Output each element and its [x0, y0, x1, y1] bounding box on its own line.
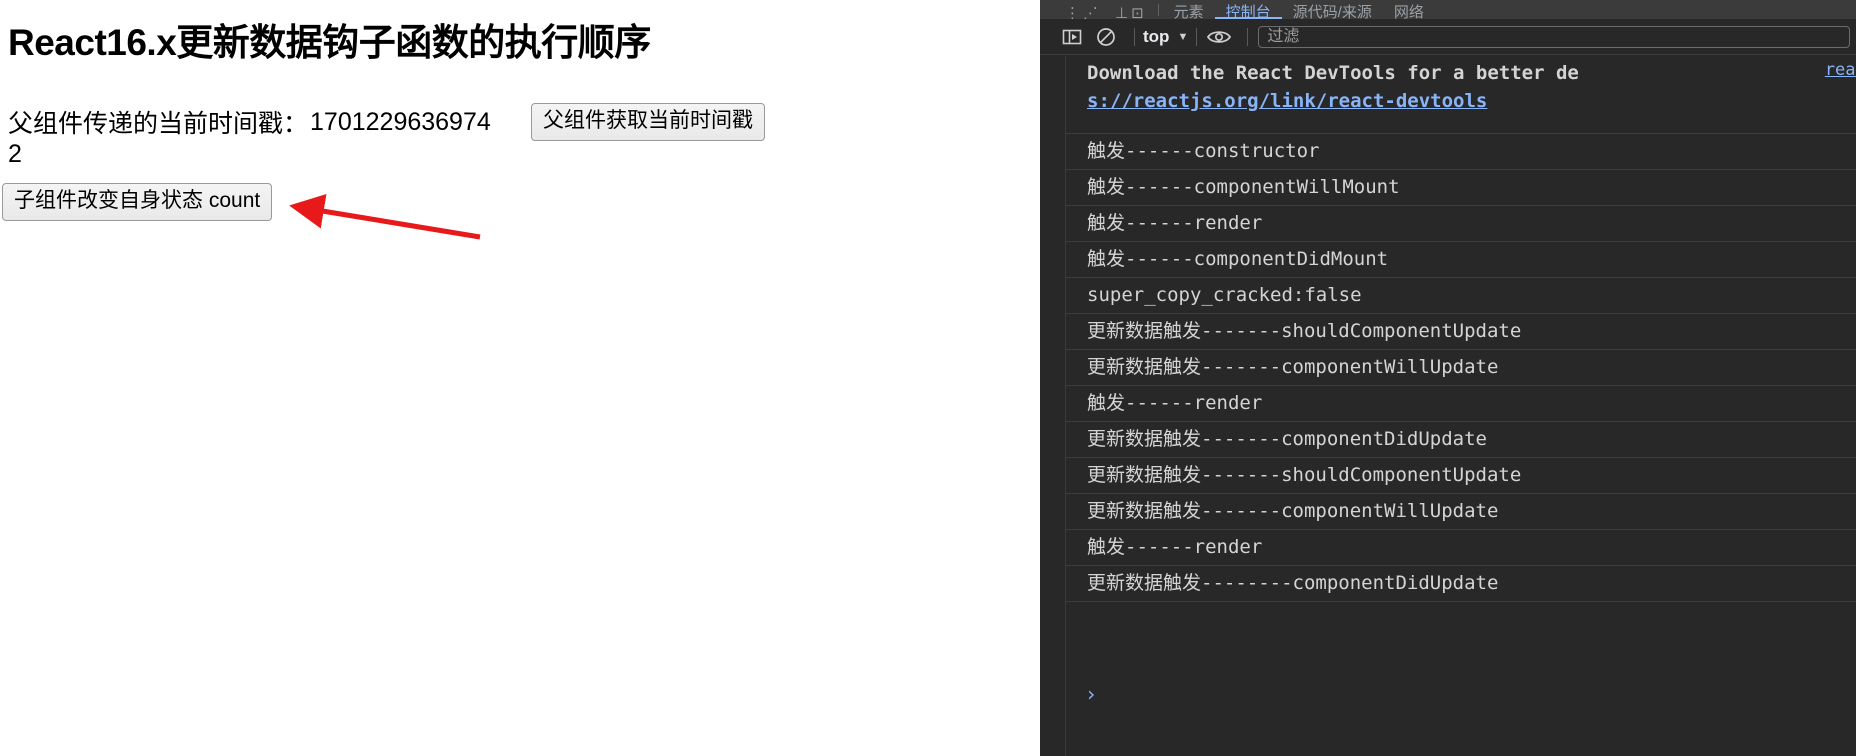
console-log-row[interactable]: 更新数据触发-------shouldComponentUpdate [1065, 314, 1856, 350]
console-input-prompt[interactable]: › [1065, 676, 1856, 712]
console-gutter [1040, 56, 1066, 756]
console-banner-row[interactable]: react Download the React DevTools for a b… [1065, 56, 1856, 134]
prompt-chevron-icon: › [1085, 682, 1098, 706]
parent-timestamp-label: 父组件传递的当前时间戳： [8, 110, 309, 138]
console-banner-text: Download the React DevTools for a better… [1087, 62, 1579, 84]
chrome-devtools-panel: ⋮⋰ ⊥⊡ 元素 控制台 源代码/来源 网络 top ▼ 过滤 rea Down… [1040, 0, 1856, 756]
console-source-link[interactable]: react [1825, 60, 1856, 80]
tab-device-toolbar-icon[interactable]: ⊥⊡ [1108, 0, 1154, 19]
tab-inspect-icon[interactable]: ⋮⋰ [1058, 0, 1108, 19]
tabbar-divider [1157, 4, 1159, 16]
red-annotation-arrow [289, 193, 481, 240]
chevron-down-icon: ▼ [1177, 30, 1189, 43]
clear-console-icon[interactable] [1092, 23, 1120, 51]
console-rows-container: react Download the React DevTools for a b… [1065, 56, 1856, 602]
console-message-list[interactable]: react Download the React DevTools for a b… [1040, 56, 1856, 756]
console-log-row[interactable]: 触发------componentWillMount [1065, 170, 1856, 206]
tab-console[interactable]: 控制台 [1214, 0, 1282, 19]
child-count-value: 2 [8, 140, 22, 168]
console-log-row[interactable]: 触发------componentDidMount [1065, 242, 1856, 278]
execution-context-label: top [1143, 26, 1170, 46]
console-log-row[interactable]: 触发------render [1065, 530, 1856, 566]
devtools-tab-bar: ⋮⋰ ⊥⊡ 元素 控制台 源代码/来源 网络 [1040, 0, 1856, 19]
console-log-row[interactable]: 更新数据触发-------shouldComponentUpdate [1065, 458, 1856, 494]
parent-timestamp-value: 1701229636974 [310, 107, 491, 136]
console-log-row[interactable]: 触发------render [1065, 386, 1856, 422]
console-log-row[interactable]: 更新数据触发--------componentDidUpdate [1065, 566, 1856, 602]
console-log-row[interactable]: super_copy_cracked:false [1065, 278, 1856, 314]
react-devtools-link[interactable]: s://reactjs.org/link/react-devtools [1087, 88, 1856, 116]
console-log-row[interactable]: 更新数据触发-------componentDidUpdate [1065, 422, 1856, 458]
web-page-viewport: React16.x更新数据钩子函数的执行顺序 父组件传递的当前时间戳： 1701… [0, 0, 1040, 756]
tab-elements[interactable]: 元素 [1163, 0, 1215, 19]
console-toolbar: top ▼ [1040, 19, 1856, 55]
parent-timestamp-line: 父组件传递的当前时间戳： 1701229636974 [8, 104, 491, 140]
tab-network[interactable]: 网络 [1383, 0, 1435, 19]
tabbar-leading-spacer [1040, 0, 1058, 19]
execution-context-selector[interactable]: top ▼ [1143, 27, 1188, 47]
console-filter-input[interactable] [1258, 25, 1850, 48]
child-change-count-button[interactable]: 子组件改变自身状态 count [2, 183, 273, 222]
parent-get-timestamp-button[interactable]: 父组件获取当前时间戳 [531, 103, 765, 142]
console-sidebar-icon[interactable] [1058, 23, 1086, 51]
console-log-row[interactable]: 触发------render [1065, 206, 1856, 242]
console-log-row[interactable]: 更新数据触发-------componentWillUpdate [1065, 350, 1856, 386]
console-log-row[interactable]: 触发------constructor [1065, 134, 1856, 170]
live-expression-eye-icon[interactable] [1205, 23, 1233, 51]
console-log-row[interactable]: 更新数据触发-------componentWillUpdate [1065, 494, 1856, 530]
page-title: React16.x更新数据钩子函数的执行顺序 [8, 22, 651, 63]
tab-sources[interactable]: 源代码/来源 [1282, 0, 1383, 19]
toolbar-divider-2 [1196, 27, 1198, 46]
toolbar-divider-3 [1247, 27, 1249, 46]
toolbar-divider-1 [1134, 27, 1135, 46]
